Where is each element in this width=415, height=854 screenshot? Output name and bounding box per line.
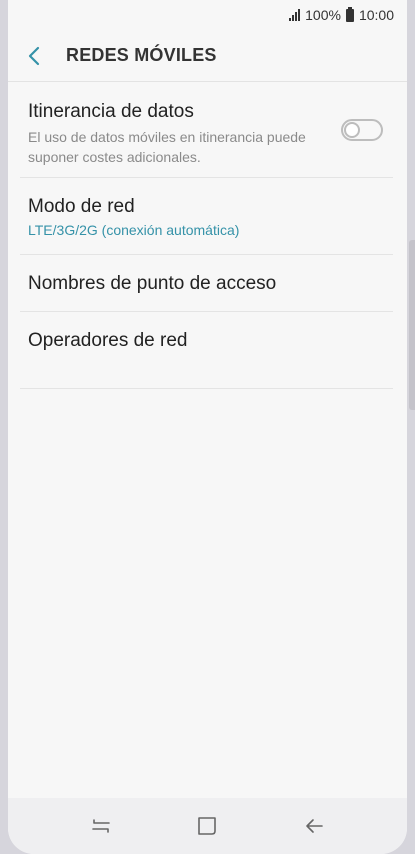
list-item-data-roaming[interactable]: Itinerancia de datos El uso de datos móv… (20, 83, 393, 178)
recents-icon (92, 819, 110, 833)
item-subtitle: El uso de datos móviles en itinerancia p… (28, 129, 306, 165)
battery-percent: 100% (305, 7, 341, 23)
settings-list: Itinerancia de datos El uso de datos móv… (20, 83, 393, 389)
app-bar: REDES MÓVILES (8, 30, 407, 82)
item-subtitle: LTE/3G/2G (conexión automática) (28, 222, 240, 238)
item-title: Nombres de punto de acceso (28, 273, 277, 294)
back-button[interactable] (10, 32, 58, 80)
back-arrow-icon (306, 819, 323, 833)
list-item-network-mode[interactable]: Modo de red LTE/3G/2G (conexión automáti… (20, 178, 393, 255)
item-title: Modo de red (28, 196, 135, 217)
screen: 100% 10:00 REDES MÓVILES Itinerancia de … (8, 0, 407, 854)
list-item-access-point-names[interactable]: Nombres de punto de acceso (20, 255, 393, 312)
toggle-knob (344, 122, 360, 138)
side-key (409, 240, 415, 410)
item-title: Itinerancia de datos (28, 101, 194, 122)
page-title: REDES MÓVILES (66, 45, 217, 65)
list-item-network-operators[interactable]: Operadores de red (20, 312, 393, 389)
device-frame: 100% 10:00 REDES MÓVILES Itinerancia de … (0, 0, 415, 854)
clock: 10:00 (358, 7, 394, 23)
chevron-left-icon (28, 46, 40, 65)
back-nav-button[interactable] (294, 806, 334, 846)
battery-icon (345, 6, 354, 22)
navigation-bar (8, 798, 407, 854)
status-bar: 100% 10:00 (8, 0, 407, 30)
data-roaming-toggle[interactable] (341, 119, 383, 141)
signal-icon (289, 9, 301, 21)
home-button[interactable] (187, 806, 227, 846)
item-title: Operadores de red (28, 330, 188, 351)
recents-button[interactable] (81, 806, 121, 846)
home-icon (198, 817, 217, 835)
